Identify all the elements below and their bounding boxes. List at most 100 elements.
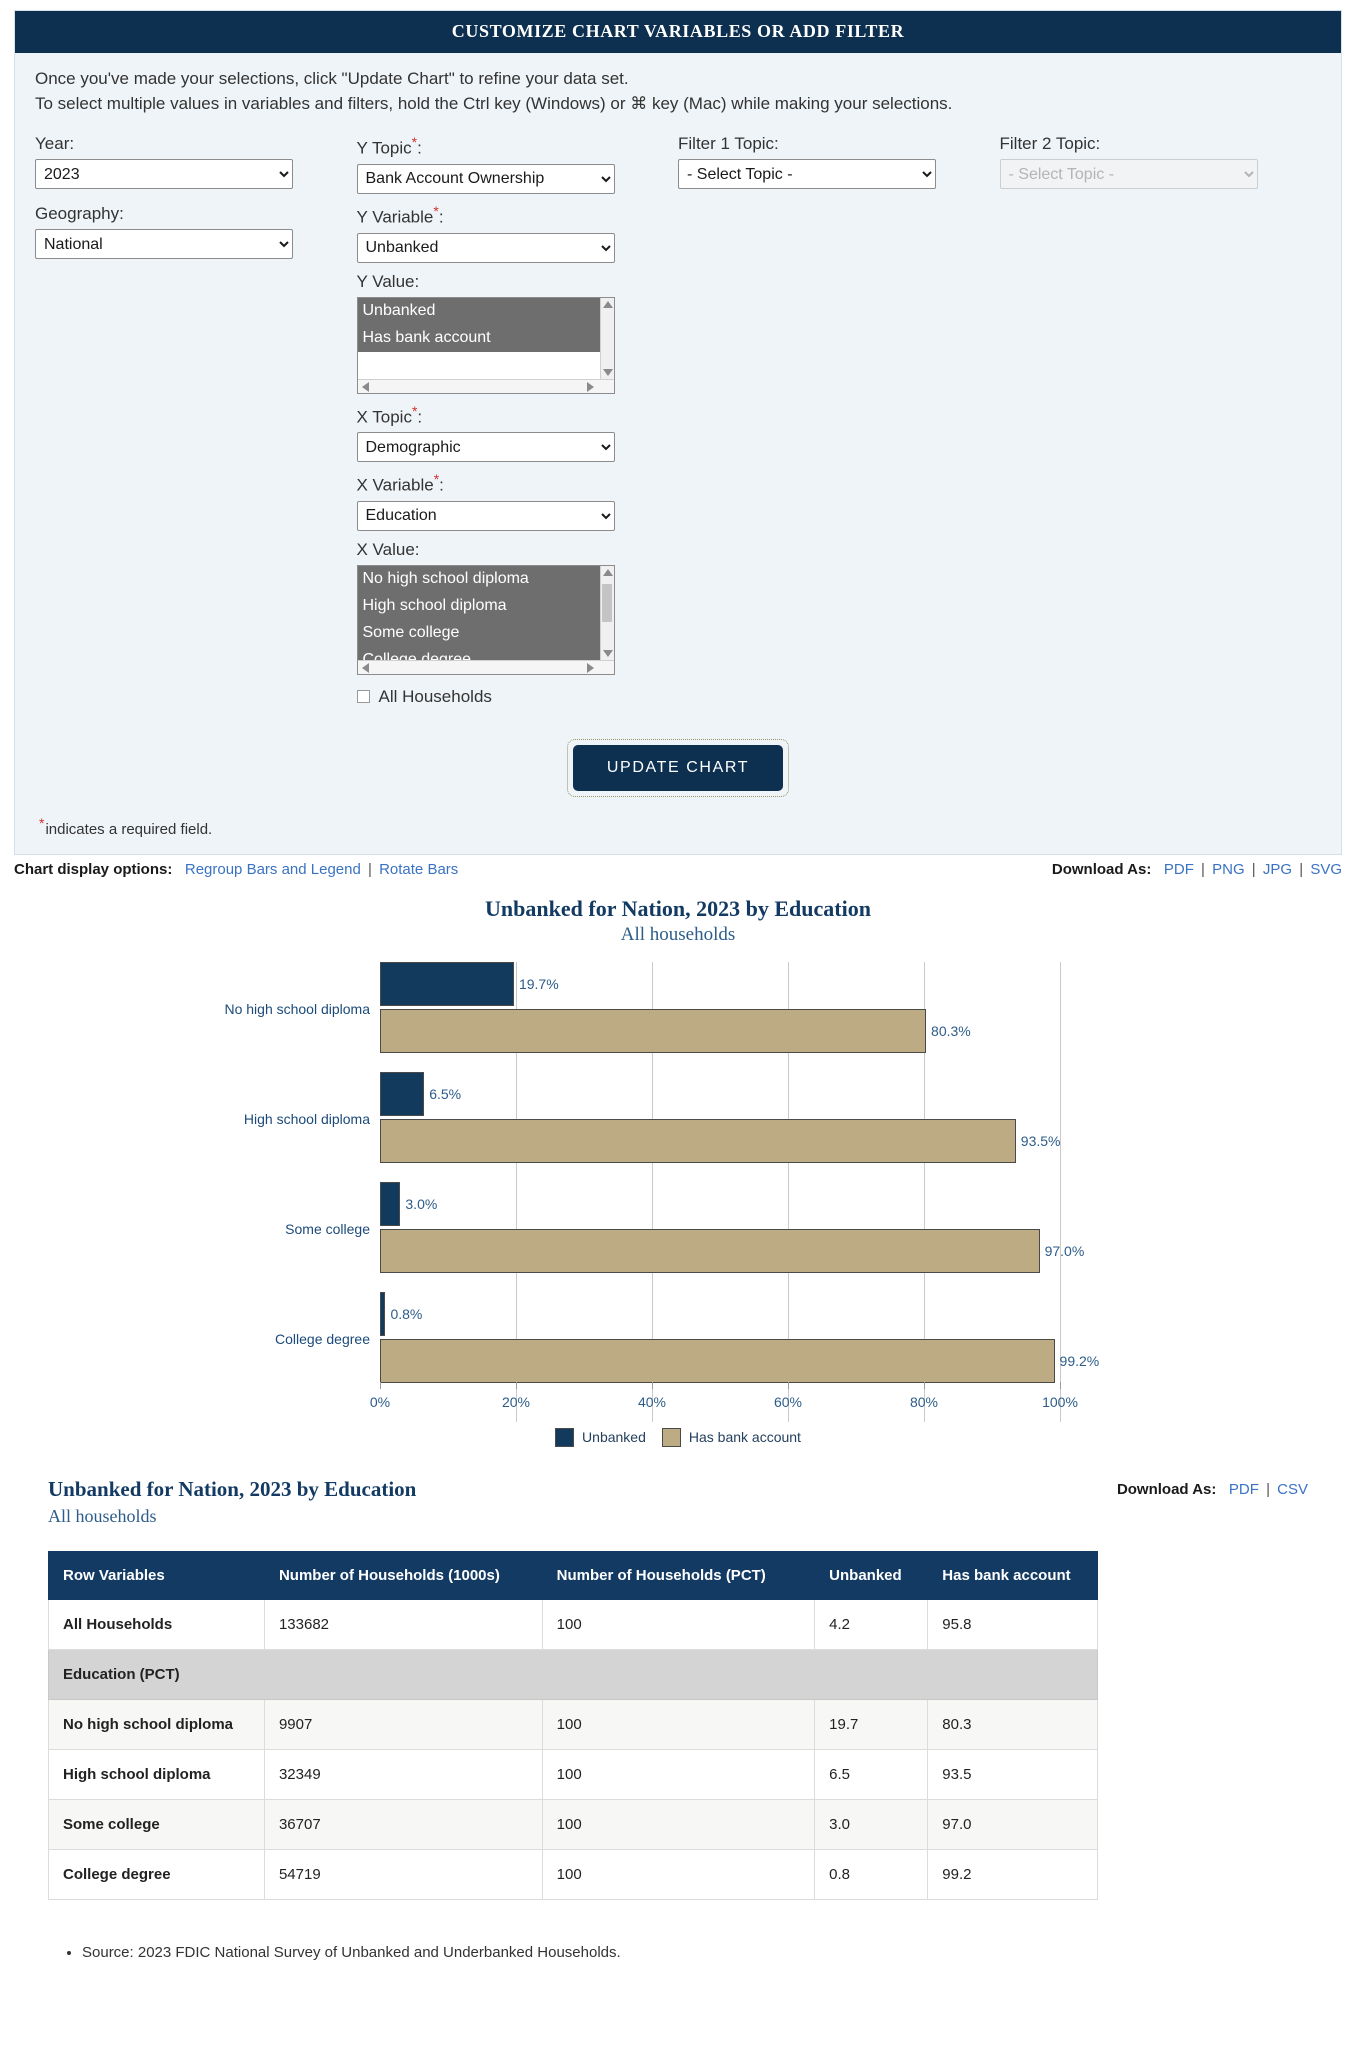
intro-line-1: Once you've made your selections, click …: [35, 67, 1321, 92]
intro-line-2: To select multiple values in variables a…: [35, 92, 1321, 117]
all-households-checkbox-row[interactable]: All Households: [357, 687, 679, 707]
x-value-listbox[interactable]: No high school diploma High school diplo…: [357, 565, 615, 675]
scroll-up-arrow-icon[interactable]: [603, 569, 613, 576]
y-value-option[interactable]: Unbanked: [358, 298, 614, 325]
filter1-topic-select[interactable]: - Select Topic -: [678, 159, 936, 189]
chart-display-options-label: Chart display options:: [14, 861, 172, 878]
column-header-row-variables: Row Variables: [49, 1551, 265, 1599]
x-topic-select[interactable]: Demographic: [357, 432, 615, 462]
download-svg-link[interactable]: SVG: [1310, 861, 1342, 878]
table-cell: 100: [542, 1599, 815, 1649]
chart-bar-value-label: 97.0%: [1045, 1243, 1085, 1259]
table-cell: 54719: [264, 1849, 542, 1899]
geography-select[interactable]: National: [35, 229, 293, 259]
y-variable-select[interactable]: Unbanked: [357, 233, 615, 263]
chart-bar[interactable]: [380, 962, 514, 1006]
chart-options-bar: Chart display options: Regroup Bars and …: [14, 861, 1342, 878]
x-value-horizontal-scrollbar[interactable]: [358, 660, 614, 674]
all-households-checkbox[interactable]: [357, 690, 370, 703]
required-marker-icon: *: [412, 134, 417, 150]
table-row: College degree547191000.899.2: [49, 1849, 1098, 1899]
download-as-label: Download As:: [1052, 861, 1151, 878]
chart-axis-tick-label: 60%: [758, 1394, 818, 1410]
download-png-link[interactable]: PNG: [1212, 861, 1245, 878]
table-row-header: High school diploma: [49, 1749, 265, 1799]
scroll-left-arrow-icon[interactable]: [362, 663, 369, 673]
y-topic-select[interactable]: Bank Account Ownership: [357, 164, 615, 194]
source-footnote: Source: 2023 FDIC National Survey of Unb…: [60, 1942, 1356, 1965]
scroll-thumb[interactable]: [602, 584, 612, 622]
table-row-header: College degree: [49, 1849, 265, 1899]
x-value-option[interactable]: Some college: [358, 620, 614, 647]
data-table-section: Unbanked for Nation, 2023 by Education A…: [48, 1477, 1308, 1900]
table-cell: 100: [542, 1749, 815, 1799]
y-value-label: Y Value:: [357, 272, 679, 292]
chart-bar[interactable]: [380, 1182, 400, 1226]
table-cell: 19.7: [815, 1699, 928, 1749]
chart-bar[interactable]: [380, 1229, 1040, 1273]
table-download-pdf-link[interactable]: PDF: [1229, 1481, 1259, 1498]
table-cell: 100: [542, 1699, 815, 1749]
table-cell: 93.5: [928, 1749, 1098, 1799]
chart-bar[interactable]: [380, 1119, 1016, 1163]
x-variable-select[interactable]: Education: [357, 501, 615, 531]
chart-bar-value-label: 93.5%: [1021, 1133, 1061, 1149]
rotate-bars-link[interactable]: Rotate Bars: [379, 861, 458, 878]
table-cell: 99.2: [928, 1849, 1098, 1899]
chart-axis-tick: [924, 1382, 925, 1389]
chart-bar[interactable]: [380, 1292, 385, 1336]
chart-axis-tick-label: 80%: [894, 1394, 954, 1410]
chart-legend-swatch: [662, 1428, 681, 1447]
x-value-option[interactable]: High school diploma: [358, 593, 614, 620]
data-table-body: All Households1336821004.295.8Education …: [49, 1599, 1098, 1899]
chart-bar-value-label: 0.8%: [390, 1306, 422, 1322]
chart-axis-tick: [380, 1382, 381, 1389]
table-subtitle: All households: [48, 1506, 416, 1527]
column-header-households-pct: Number of Households (PCT): [542, 1551, 815, 1599]
table-row-header: All Households: [49, 1599, 265, 1649]
scroll-down-arrow-icon[interactable]: [603, 369, 613, 376]
chart-legend-item[interactable]: Unbanked: [555, 1428, 646, 1447]
filter2-topic-select[interactable]: - Select Topic -: [1000, 159, 1258, 189]
chart-legend-item[interactable]: Has bank account: [662, 1428, 801, 1447]
filter1-label: Filter 1 Topic:: [678, 134, 1000, 154]
regroup-bars-link[interactable]: Regroup Bars and Legend: [185, 861, 361, 878]
column-filter-1: Filter 1 Topic: - Select Topic -: [678, 134, 1000, 707]
y-value-listbox[interactable]: Unbanked Has bank account: [357, 297, 615, 394]
scroll-down-arrow-icon[interactable]: [603, 650, 613, 657]
table-group-row: Education (PCT): [49, 1649, 1098, 1699]
chart-bar[interactable]: [380, 1009, 926, 1053]
table-cell: 3.0: [815, 1799, 928, 1849]
table-download-options: Download As: PDF | CSV: [1117, 1477, 1308, 1498]
y-value-vertical-scrollbar[interactable]: [600, 298, 614, 379]
chart-category-label: Some college: [285, 1221, 370, 1237]
table-cell: 36707: [264, 1799, 542, 1849]
chart-bar[interactable]: [380, 1072, 424, 1116]
divider: |: [1252, 861, 1256, 878]
download-jpg-link[interactable]: JPG: [1263, 861, 1292, 878]
scroll-left-arrow-icon[interactable]: [362, 382, 369, 392]
scroll-right-arrow-icon[interactable]: [587, 663, 594, 673]
y-topic-label: Y Topic*:: [357, 134, 679, 159]
table-download-csv-link[interactable]: CSV: [1277, 1481, 1308, 1498]
all-households-label: All Households: [379, 687, 492, 707]
required-marker-icon: *: [412, 403, 417, 419]
y-value-horizontal-scrollbar[interactable]: [358, 379, 614, 393]
table-cell: 0.8: [815, 1849, 928, 1899]
year-select[interactable]: 2023: [35, 159, 293, 189]
update-chart-button[interactable]: UPDATE CHART: [573, 745, 783, 791]
scroll-right-arrow-icon[interactable]: [587, 382, 594, 392]
x-value-option[interactable]: No high school diploma: [358, 566, 614, 593]
chart-category-label: No high school diploma: [224, 1001, 370, 1017]
y-value-option[interactable]: Has bank account: [358, 325, 614, 352]
column-filter-2: Filter 2 Topic: - Select Topic -: [1000, 134, 1322, 707]
chart-download-options: Download As: PDF | PNG | JPG | SVG: [1052, 861, 1342, 878]
scroll-up-arrow-icon[interactable]: [603, 301, 613, 308]
divider: |: [1201, 861, 1205, 878]
table-cell: 32349: [264, 1749, 542, 1799]
download-pdf-link[interactable]: PDF: [1164, 861, 1194, 878]
table-row: No high school diploma990710019.780.3: [49, 1699, 1098, 1749]
x-value-vertical-scrollbar[interactable]: [600, 566, 614, 660]
chart-bar[interactable]: [380, 1339, 1055, 1383]
chart-bar-value-label: 6.5%: [429, 1086, 461, 1102]
